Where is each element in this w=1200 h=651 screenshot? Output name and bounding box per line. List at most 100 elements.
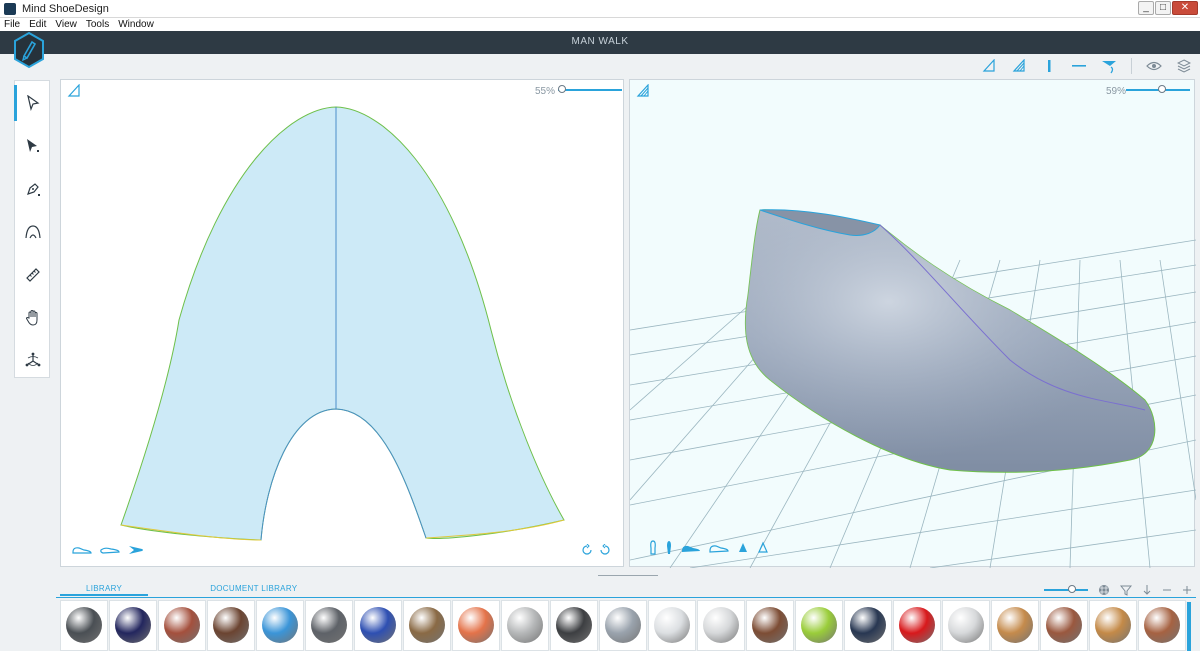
material-swatch[interactable] bbox=[452, 600, 500, 651]
material-swatch[interactable] bbox=[109, 600, 157, 651]
material-sphere bbox=[850, 607, 886, 643]
foot-back-view-icon[interactable] bbox=[664, 540, 674, 556]
material-swatch[interactable] bbox=[1040, 600, 1088, 651]
view-presets bbox=[71, 544, 145, 556]
material-sphere bbox=[311, 607, 347, 643]
library-tabs: LIBRARY DOCUMENT LIBRARY bbox=[60, 582, 323, 596]
menu-window[interactable]: Window bbox=[118, 19, 154, 30]
material-swatch[interactable] bbox=[1089, 600, 1137, 651]
material-swatch[interactable] bbox=[256, 600, 304, 651]
foot-front-view-icon[interactable] bbox=[648, 540, 658, 556]
last-bottom-view-icon[interactable] bbox=[756, 541, 770, 555]
rotate-right-icon[interactable] bbox=[599, 544, 611, 556]
material-swatch[interactable] bbox=[599, 600, 647, 651]
tab-document-library[interactable]: DOCUMENT LIBRARY bbox=[184, 582, 323, 596]
size-slider-knob[interactable] bbox=[1068, 585, 1076, 593]
menu-bar: File Edit View Tools Window bbox=[0, 18, 1200, 31]
material-sphere bbox=[360, 607, 396, 643]
shoe-pattern-2d[interactable] bbox=[61, 80, 625, 568]
eye-icon[interactable] bbox=[1146, 58, 1162, 74]
material-swatch[interactable] bbox=[207, 600, 255, 651]
plus-icon[interactable] bbox=[1182, 585, 1192, 595]
vertical-line-icon[interactable] bbox=[1041, 58, 1057, 74]
material-swatch[interactable] bbox=[942, 600, 990, 651]
material-swatch[interactable] bbox=[501, 600, 549, 651]
ruler-icon bbox=[26, 267, 40, 282]
material-swatch[interactable] bbox=[550, 600, 598, 651]
material-sphere bbox=[507, 607, 543, 643]
material-swatch[interactable] bbox=[60, 600, 108, 651]
direct-select-icon bbox=[27, 138, 39, 152]
viewport-2d[interactable]: 55% bbox=[60, 79, 624, 567]
triangle-fill-icon[interactable] bbox=[1011, 58, 1027, 74]
funnel-curve-icon[interactable] bbox=[1101, 58, 1117, 74]
material-swatch[interactable] bbox=[697, 600, 745, 651]
size-slider-icon[interactable] bbox=[1044, 585, 1088, 593]
material-sphere bbox=[605, 607, 641, 643]
library-tab-underline bbox=[56, 597, 1196, 598]
material-swatch[interactable] bbox=[893, 600, 941, 651]
shoe-top-view-icon[interactable] bbox=[127, 544, 145, 556]
material-swatch[interactable] bbox=[795, 600, 843, 651]
material-library-grid bbox=[60, 600, 1186, 651]
horizontal-line-icon[interactable] bbox=[1071, 58, 1087, 74]
close-button[interactable]: ✕ bbox=[1172, 1, 1198, 15]
material-sphere bbox=[899, 607, 935, 643]
menu-file[interactable]: File bbox=[4, 19, 20, 30]
select-tool[interactable] bbox=[14, 81, 51, 124]
pen-tool[interactable] bbox=[15, 167, 51, 210]
material-sphere bbox=[262, 607, 298, 643]
menu-view[interactable]: View bbox=[55, 19, 77, 30]
material-swatch[interactable] bbox=[354, 600, 402, 651]
tab-library[interactable]: LIBRARY bbox=[60, 582, 149, 596]
window-titlebar: Mind ShoeDesign _ □ ✕ bbox=[0, 0, 1200, 18]
panel-splitter[interactable] bbox=[598, 575, 658, 576]
library-scrollbar[interactable] bbox=[1187, 602, 1191, 651]
measure-tool[interactable] bbox=[15, 253, 51, 296]
material-sphere bbox=[458, 607, 494, 643]
curve-tool[interactable] bbox=[15, 210, 51, 253]
material-swatch[interactable] bbox=[158, 600, 206, 651]
material-sphere bbox=[115, 607, 151, 643]
toolbar-separator bbox=[1131, 58, 1132, 74]
last-side-outline-icon[interactable] bbox=[708, 542, 730, 554]
download-icon[interactable] bbox=[1142, 584, 1152, 596]
gizmo-tool[interactable] bbox=[15, 339, 51, 382]
material-swatch[interactable] bbox=[746, 600, 794, 651]
last-side-view-icon[interactable] bbox=[680, 542, 702, 554]
window-title: Mind ShoeDesign bbox=[22, 2, 109, 15]
filter-icon[interactable] bbox=[1120, 584, 1132, 596]
material-swatch[interactable] bbox=[991, 600, 1039, 651]
shoe-side-view-icon[interactable] bbox=[71, 545, 93, 555]
app-header: MAN WALK bbox=[0, 31, 1200, 69]
material-sphere bbox=[213, 607, 249, 643]
direct-select-tool[interactable] bbox=[15, 124, 51, 167]
menu-edit[interactable]: Edit bbox=[29, 19, 46, 30]
triangle-outline-icon[interactable] bbox=[981, 58, 997, 74]
last-top-view-icon[interactable] bbox=[736, 541, 750, 555]
rotate-left-icon[interactable] bbox=[581, 544, 593, 556]
menu-tools[interactable]: Tools bbox=[86, 19, 109, 30]
maximize-button[interactable]: □ bbox=[1155, 1, 1171, 15]
material-swatch[interactable] bbox=[403, 600, 451, 651]
material-swatch[interactable] bbox=[648, 600, 696, 651]
layers-icon[interactable] bbox=[1176, 58, 1192, 74]
texture-icon[interactable] bbox=[1098, 584, 1110, 596]
shoe-last-3d[interactable] bbox=[630, 80, 1196, 568]
hand-pan-icon bbox=[25, 309, 38, 326]
viewport-3d[interactable]: 59% bbox=[629, 79, 1196, 568]
material-sphere bbox=[409, 607, 445, 643]
pan-tool[interactable] bbox=[15, 296, 51, 339]
app-icon bbox=[4, 2, 16, 15]
gizmo-move-icon bbox=[25, 352, 41, 366]
shoe-outline-view-icon[interactable] bbox=[99, 545, 121, 555]
minimize-button[interactable]: _ bbox=[1138, 1, 1154, 15]
minus-icon[interactable] bbox=[1162, 585, 1172, 595]
pen-tool-icon bbox=[27, 182, 40, 196]
view-toolbar bbox=[981, 56, 1192, 76]
material-swatch[interactable] bbox=[305, 600, 353, 651]
material-swatch[interactable] bbox=[1138, 600, 1186, 651]
material-sphere bbox=[654, 607, 690, 643]
window-controls: _ □ ✕ bbox=[1138, 1, 1198, 15]
material-swatch[interactable] bbox=[844, 600, 892, 651]
